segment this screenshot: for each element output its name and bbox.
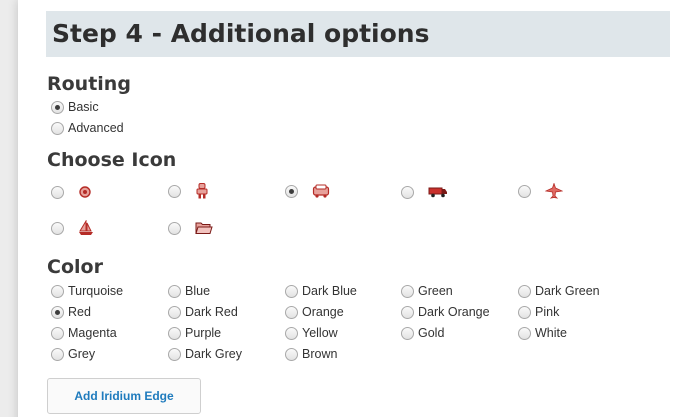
options-panel: Step 4 - Additional options Routing Basi… xyxy=(18,0,681,417)
color-option-dark-red[interactable]: Dark Red xyxy=(168,304,238,320)
color-orange-radio[interactable] xyxy=(285,305,298,319)
icon-dot-radio[interactable] xyxy=(51,185,64,199)
color-purple-radio[interactable] xyxy=(168,326,181,340)
color-grey-label: Grey xyxy=(68,347,96,361)
routing-option-basic[interactable]: Basic xyxy=(51,99,99,115)
color-gold-radio[interactable] xyxy=(401,326,414,340)
color-option-magenta[interactable]: Magenta xyxy=(51,325,117,341)
color-heading: Color xyxy=(47,256,103,278)
color-grey-radio[interactable] xyxy=(51,347,64,361)
icon-folder-radio[interactable] xyxy=(168,221,181,235)
color-orange-label: Orange xyxy=(302,305,344,319)
color-option-grey[interactable]: Grey xyxy=(51,346,95,362)
color-option-orange[interactable]: Orange xyxy=(285,304,344,320)
color-dark-green-radio[interactable] xyxy=(518,284,531,298)
color-dark-red-radio[interactable] xyxy=(168,305,181,319)
color-dark-red-label: Dark Red xyxy=(185,305,238,319)
color-dark-orange-radio[interactable] xyxy=(401,305,414,319)
color-dark-blue-label: Dark Blue xyxy=(302,284,357,298)
routing-advanced-radio[interactable] xyxy=(51,121,64,135)
color-dark-blue-radio[interactable] xyxy=(285,284,298,298)
color-option-dark-blue[interactable]: Dark Blue xyxy=(285,283,357,299)
color-option-turquoise[interactable]: Turquoise xyxy=(51,283,123,299)
color-option-pink[interactable]: Pink xyxy=(518,304,559,320)
color-green-radio[interactable] xyxy=(401,284,414,298)
color-yellow-label: Yellow xyxy=(302,326,338,340)
color-pink-radio[interactable] xyxy=(518,305,531,319)
color-blue-label: Blue xyxy=(185,284,211,298)
color-turquoise-label: Turquoise xyxy=(68,284,124,298)
add-iridium-edge-button[interactable]: Add Iridium Edge xyxy=(47,378,201,414)
routing-basic-label: Basic xyxy=(68,100,99,114)
routing-advanced-label: Advanced xyxy=(68,121,124,135)
folder-icon xyxy=(195,222,213,234)
color-dark-green-label: Dark Green xyxy=(535,284,600,298)
routing-option-advanced[interactable]: Advanced xyxy=(51,120,124,136)
color-option-brown[interactable]: Brown xyxy=(285,346,337,362)
color-option-green[interactable]: Green xyxy=(401,283,453,299)
truck-icon xyxy=(428,187,447,198)
icon-sailboat-radio[interactable] xyxy=(51,221,64,235)
routing-basic-radio[interactable] xyxy=(51,100,64,114)
icon-person-radio[interactable] xyxy=(168,184,181,198)
color-purple-label: Purple xyxy=(185,326,222,340)
icon-option-truck[interactable] xyxy=(401,183,448,201)
color-green-label: Green xyxy=(418,284,453,298)
color-option-dark-green[interactable]: Dark Green xyxy=(518,283,600,299)
person-icon xyxy=(196,183,208,199)
color-yellow-radio[interactable] xyxy=(285,326,298,340)
choose-icon-heading: Choose Icon xyxy=(47,149,177,171)
color-dark-orange-label: Dark Orange xyxy=(418,305,490,319)
color-brown-radio[interactable] xyxy=(285,347,298,361)
step-title: Step 4 - Additional options xyxy=(46,11,670,57)
car-icon xyxy=(312,184,330,198)
icon-option-person[interactable] xyxy=(168,182,209,200)
color-red-radio[interactable] xyxy=(51,305,64,319)
color-magenta-label: Magenta xyxy=(68,326,117,340)
color-dark-grey-radio[interactable] xyxy=(168,347,181,361)
routing-heading: Routing xyxy=(47,73,131,95)
color-option-dark-grey[interactable]: Dark Grey xyxy=(168,346,242,362)
color-red-label: Red xyxy=(68,305,91,319)
color-option-gold[interactable]: Gold xyxy=(401,325,444,341)
color-magenta-radio[interactable] xyxy=(51,326,64,340)
color-dark-grey-label: Dark Grey xyxy=(185,347,242,361)
airplane-icon xyxy=(545,183,563,199)
icon-option-dot[interactable] xyxy=(51,183,92,201)
sailboat-icon xyxy=(79,220,93,235)
color-white-label: White xyxy=(535,326,567,340)
color-option-purple[interactable]: Purple xyxy=(168,325,221,341)
icon-option-sailboat[interactable] xyxy=(51,219,94,237)
color-option-yellow[interactable]: Yellow xyxy=(285,325,338,341)
icon-airplane-radio[interactable] xyxy=(518,184,531,198)
color-option-dark-orange[interactable]: Dark Orange xyxy=(401,304,490,320)
color-white-radio[interactable] xyxy=(518,326,531,340)
icon-truck-radio[interactable] xyxy=(401,185,414,199)
icon-option-folder[interactable] xyxy=(168,219,213,237)
icon-option-car[interactable] xyxy=(285,182,330,200)
color-turquoise-radio[interactable] xyxy=(51,284,64,298)
color-brown-label: Brown xyxy=(302,347,338,361)
icon-option-airplane[interactable] xyxy=(518,182,563,200)
color-pink-label: Pink xyxy=(535,305,560,319)
icon-car-radio[interactable] xyxy=(285,184,298,198)
color-gold-label: Gold xyxy=(418,326,445,340)
color-option-white[interactable]: White xyxy=(518,325,567,341)
dot-icon xyxy=(79,186,91,198)
color-option-blue[interactable]: Blue xyxy=(168,283,210,299)
color-option-red[interactable]: Red xyxy=(51,304,91,320)
color-blue-radio[interactable] xyxy=(168,284,181,298)
